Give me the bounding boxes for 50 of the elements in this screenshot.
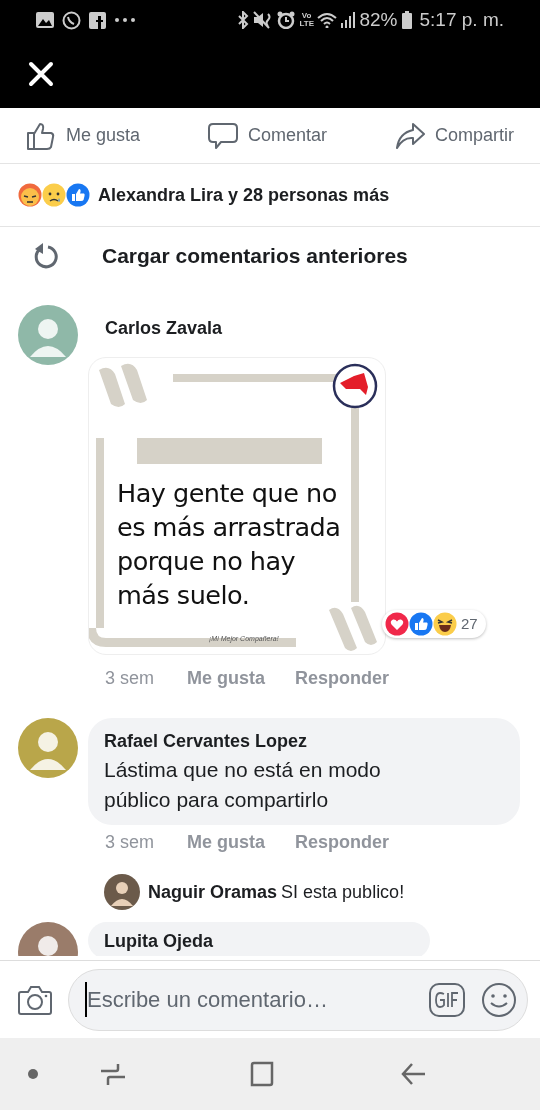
heart-reaction-icon — [385, 612, 409, 636]
avatar — [104, 874, 140, 910]
reply-text: SI esta publico! — [281, 880, 405, 904]
chat-icon — [62, 10, 81, 30]
gif-icon[interactable] — [429, 982, 465, 1017]
thumbs-up-icon — [26, 120, 56, 151]
share-arrow-icon — [395, 120, 425, 151]
wifi-icon — [317, 12, 338, 28]
comment-time: 3 sem — [105, 831, 155, 854]
home-icon[interactable] — [250, 1061, 276, 1087]
quote-text: Hay gente que no es más arrastrada porque no hay más suelo. — [117, 477, 341, 612]
speech-bubble-icon — [208, 120, 238, 151]
battery-level: 82% — [359, 7, 398, 32]
bluetooth-icon — [237, 11, 250, 29]
laughing-face-icon — [433, 612, 457, 636]
comment-text: Lástima que no está en modo público para compartirlo — [104, 757, 382, 813]
avatar — [18, 305, 78, 365]
action-button[interactable]: Comentar — [208, 118, 328, 153]
alarm-icon — [277, 11, 296, 29]
reload-icon — [32, 242, 60, 270]
gallery-icon — [36, 12, 54, 28]
recent-apps-icon[interactable] — [100, 1061, 126, 1087]
comment-author[interactable]: Carlos Zavala — [105, 315, 390, 342]
home-dot-icon[interactable] — [28, 1069, 38, 1079]
comment-time: 3 sem — [105, 667, 155, 690]
network-label: Vo LTE — [299, 12, 314, 28]
angry-face-icon — [18, 183, 42, 207]
signal-icon — [341, 12, 356, 28]
comment-author[interactable]: Rafael Cervantes Lopez — [104, 728, 504, 755]
reaction-count: 27 — [461, 613, 478, 634]
reactions-pill[interactable]: 27 — [382, 610, 486, 638]
clock: 5:17 p. m. — [419, 7, 504, 32]
load-more-link[interactable]: Cargar comentarios anteriores — [102, 240, 408, 272]
more-icon — [114, 17, 136, 23]
reply-author[interactable]: Naguir Oramas — [148, 878, 278, 906]
like-reaction-icon — [66, 183, 90, 207]
comment-author[interactable]: Lupita Ojeda — [104, 928, 414, 955]
close-icon[interactable] — [28, 61, 54, 87]
like-reaction-icon — [409, 612, 433, 636]
back-icon[interactable] — [400, 1061, 426, 1087]
avatar — [18, 718, 78, 778]
action-button[interactable]: Me gusta — [26, 118, 141, 153]
action-button[interactable]: Compartir — [395, 118, 514, 153]
comment-field[interactable]: Escribe un comentario… — [68, 968, 528, 1031]
reactions-summary[interactable]: Alexandra Lira y 28 personas más — [98, 181, 390, 209]
emoji-icon[interactable] — [481, 981, 517, 1018]
app-icon — [89, 11, 106, 29]
camera-icon[interactable] — [18, 984, 52, 1015]
sad-face-icon — [42, 183, 66, 207]
battery-icon — [401, 11, 412, 29]
